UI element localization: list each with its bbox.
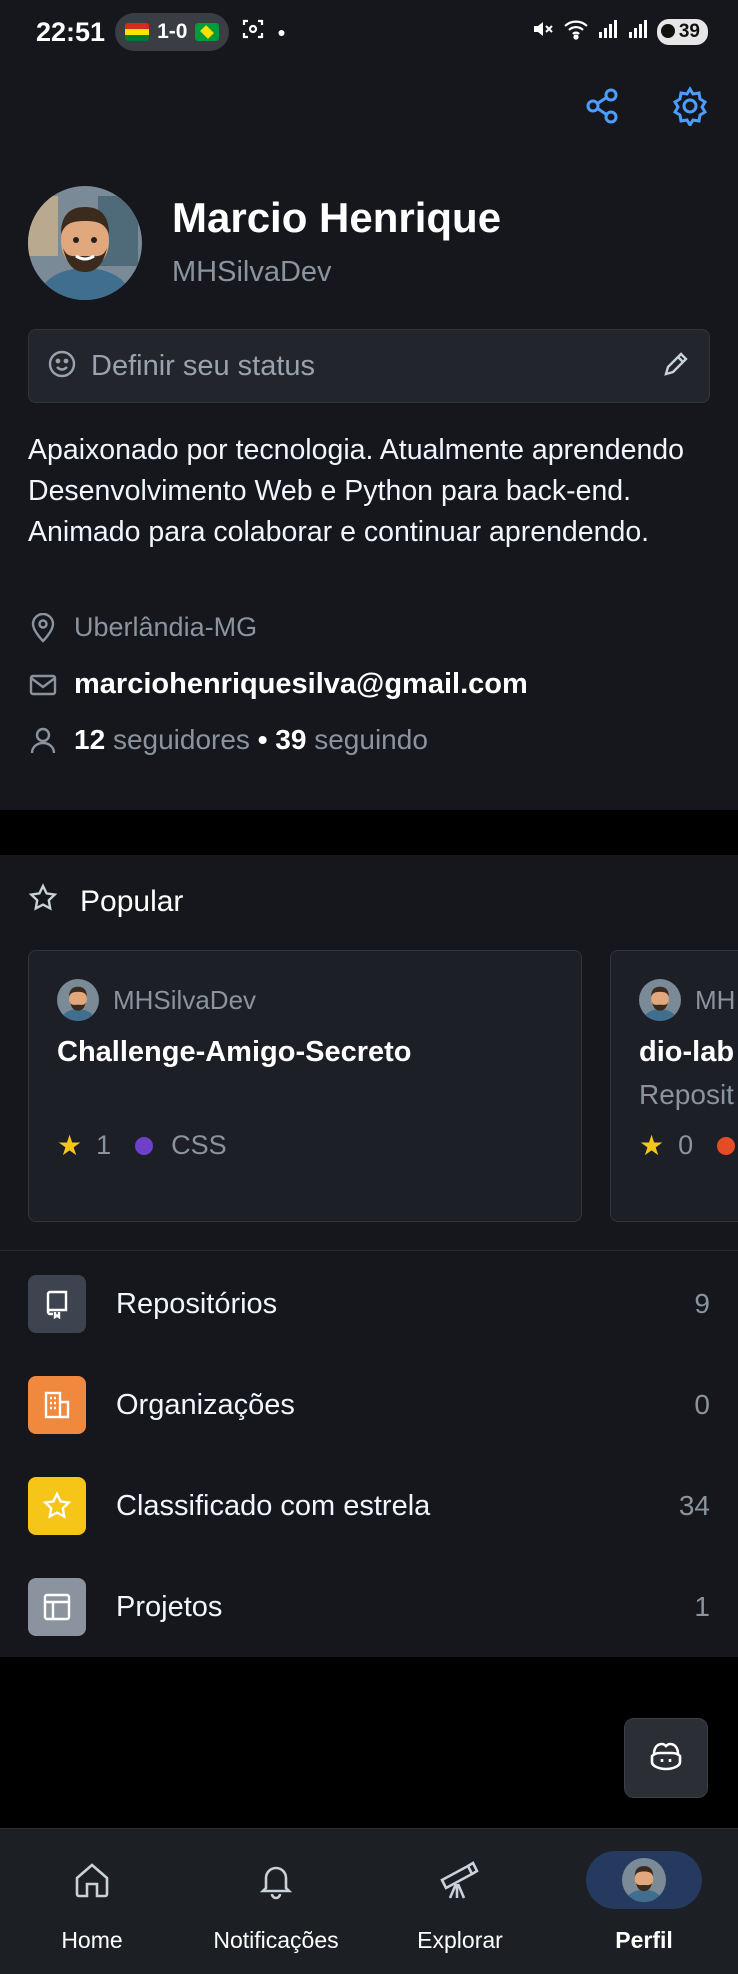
- bottom-navigation: Home Notificações Explorar Perfil: [0, 1828, 738, 1974]
- nav-label: Notificações: [213, 1927, 339, 1953]
- location-text: Uberlândia-MG: [74, 612, 258, 642]
- profile-header: Marcio Henrique MHSilvaDev Definir seu s…: [0, 64, 738, 810]
- language-color-dot: [135, 1136, 154, 1155]
- repo-name: dio-lab: [639, 1036, 735, 1068]
- repo-description: Reposit: [639, 1079, 734, 1110]
- repo-owner: MH: [639, 979, 735, 1021]
- nav-home[interactable]: Home: [0, 1829, 184, 1974]
- settings-gear-icon[interactable]: [670, 86, 710, 131]
- nav-notifications[interactable]: Notificações: [184, 1829, 368, 1974]
- signal-icon-2: [627, 18, 649, 46]
- brazil-flag-icon: [195, 23, 220, 41]
- owner-avatar: [57, 979, 99, 1021]
- profile-avatar[interactable]: [28, 186, 142, 300]
- popular-section: Popular MHSilvaDev Challenge-Amigo-Secre…: [0, 855, 738, 1657]
- repo-language: CSS: [171, 1130, 227, 1160]
- repo-meta: ★ 0: [639, 1129, 738, 1162]
- menu-count: 34: [678, 1490, 710, 1521]
- smiley-icon: [47, 349, 77, 384]
- bell-icon: [218, 1851, 334, 1909]
- share-icon[interactable]: [582, 86, 622, 131]
- popular-repo-card[interactable]: MHSilvaDev Challenge-Amigo-Secreto ★ 1 C…: [28, 950, 582, 1222]
- bolivia-flag-icon: [125, 23, 150, 41]
- following-count: 39: [275, 724, 307, 755]
- email-link[interactable]: marciohenriquesilva@gmail.com: [74, 668, 528, 701]
- menu-count: 1: [694, 1591, 710, 1622]
- owner-login: MHSilvaDev: [113, 984, 257, 1015]
- profile-bio: Apaixonado por tecnologia. Atualmente ap…: [28, 434, 685, 548]
- star-outline-icon: [28, 883, 58, 921]
- mail-icon: [28, 674, 58, 696]
- copilot-icon: [648, 1740, 684, 1777]
- follow-separator: •: [257, 724, 268, 755]
- top-actions: [582, 86, 710, 131]
- signal-icon: [597, 18, 619, 46]
- status-placeholder: Definir seu status: [91, 349, 316, 382]
- nav-explore[interactable]: Explorar: [368, 1829, 552, 1974]
- popular-header: Popular: [28, 883, 183, 921]
- menu-label: Classificado com estrela: [116, 1489, 431, 1522]
- nav-label: Home: [61, 1927, 123, 1953]
- menu-count: 9: [694, 1288, 710, 1319]
- owner-avatar: [639, 979, 681, 1021]
- popular-title: Popular: [80, 885, 184, 918]
- wifi-icon: [563, 18, 589, 46]
- repo-owner: MHSilvaDev: [57, 979, 256, 1021]
- battery-indicator: 39: [656, 19, 708, 45]
- nav-label: Perfil: [615, 1927, 673, 1953]
- repo-meta: ★ 1 CSS: [57, 1129, 227, 1162]
- menu-item-projects[interactable]: Projetos 1: [28, 1577, 710, 1637]
- profile-tab-indicator: [586, 1851, 702, 1909]
- mute-icon: [531, 17, 555, 47]
- menu-count: 0: [694, 1389, 710, 1420]
- menu-item-organizations[interactable]: Organizações 0: [28, 1375, 710, 1435]
- star-icon: [28, 1477, 86, 1535]
- project-icon: [28, 1578, 86, 1636]
- avatar: [622, 1858, 666, 1902]
- followers-label: seguidores: [112, 724, 250, 755]
- pencil-icon: [661, 349, 691, 384]
- nav-profile[interactable]: Perfil: [552, 1829, 736, 1974]
- followers-row[interactable]: 12 seguidores • 39 seguindo: [28, 724, 428, 756]
- star-filled-icon: ★: [639, 1130, 665, 1161]
- followers-count: 12: [74, 724, 106, 755]
- menu-label: Organizações: [116, 1388, 295, 1421]
- repo-name: Challenge-Amigo-Secreto: [57, 1036, 412, 1068]
- home-icon: [34, 1851, 150, 1909]
- profile-login: MHSilvaDev: [172, 256, 332, 288]
- set-status-button[interactable]: Definir seu status: [28, 329, 710, 403]
- status-icons: 39: [531, 17, 708, 47]
- owner-login: MH: [695, 984, 736, 1015]
- language-color-dot: [717, 1136, 736, 1155]
- following-label: seguindo: [314, 724, 428, 755]
- star-count: 1: [96, 1130, 112, 1160]
- repo-icon: [28, 1275, 86, 1333]
- notification-dot-icon: ●: [277, 24, 286, 40]
- popular-repo-card[interactable]: MH dio-lab Reposit ★ 0: [610, 950, 738, 1222]
- menu-item-starred[interactable]: Classificado com estrela 34: [28, 1476, 710, 1536]
- menu-item-repositories[interactable]: Repositórios 9: [28, 1274, 710, 1334]
- menu-label: Repositórios: [116, 1287, 278, 1320]
- email-row[interactable]: marciohenriquesilva@gmail.com: [28, 668, 528, 701]
- organization-icon: [28, 1376, 86, 1434]
- score-text: 1-0: [157, 20, 188, 43]
- star-count: 0: [678, 1130, 694, 1160]
- status-bar: 22:51 1-0 ● 39: [0, 0, 738, 64]
- profile-name: Marcio Henrique: [172, 194, 502, 241]
- copilot-button[interactable]: [624, 1718, 708, 1798]
- screenshot-icon: [241, 17, 265, 47]
- nav-label: Explorar: [417, 1927, 503, 1953]
- telescope-icon: [402, 1851, 518, 1909]
- location-pin-icon: [28, 612, 58, 643]
- star-filled-icon: ★: [57, 1130, 83, 1161]
- menu-label: Projetos: [116, 1590, 223, 1623]
- section-divider: [0, 1250, 738, 1251]
- location-row: Uberlândia-MG: [28, 612, 257, 643]
- person-icon: [28, 726, 58, 754]
- live-score-pill: 1-0: [115, 13, 230, 51]
- clock: 22:51: [36, 16, 106, 47]
